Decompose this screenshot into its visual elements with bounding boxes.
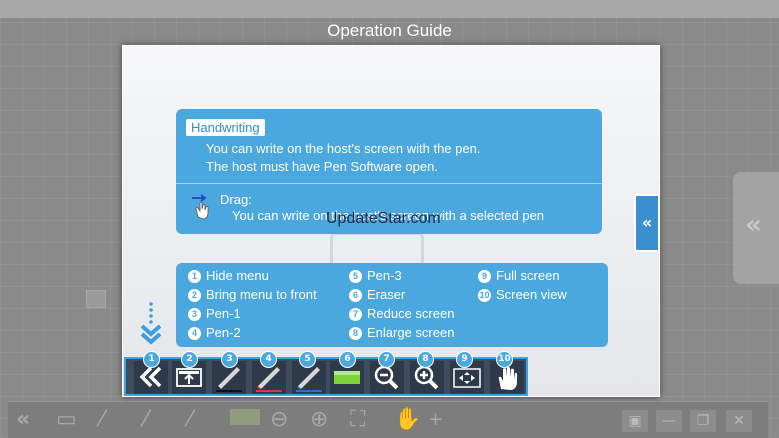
- legend-card: 1 Hide menu 2 Bring menu to front 3 Pen-1 4…: [176, 263, 608, 347]
- legend-item: 1 Hide menu: [188, 268, 269, 283]
- toolbar-number-badge: 1: [143, 351, 160, 368]
- background-zoom-in-icon: ⊕: [310, 407, 329, 432]
- background-pen-icon: ⁄: [100, 407, 104, 432]
- legend-item: 6 Eraser: [349, 287, 405, 302]
- watermark-text: UpdateStar.com: [326, 210, 441, 227]
- background-top-bar: [0, 0, 779, 18]
- toolbar-number-badge: 2: [181, 351, 198, 368]
- background-screen-icon: ▣: [622, 410, 648, 432]
- background-bring-to-front-icon: ▭: [56, 407, 77, 432]
- card-divider: [176, 183, 602, 184]
- background-thumbnail: [86, 290, 106, 308]
- background-side-tab: «: [733, 172, 779, 284]
- background-pen-icon: ⁄: [188, 407, 192, 432]
- drag-title: Drag:: [220, 192, 252, 207]
- toolbar-number-badge: 7: [378, 351, 395, 368]
- toolbar-number-badge: 8: [417, 351, 434, 368]
- guide-title: Operation Guide: [327, 21, 452, 40]
- toolbar-number-badge: 5: [299, 351, 316, 368]
- legend-item: 2 Bring menu to front: [188, 287, 317, 302]
- background-hand-icon: ✋: [394, 407, 422, 432]
- toolbar-number-badge: 6: [339, 351, 356, 368]
- background-eraser-icon: [230, 409, 260, 425]
- toolbar-number-badge: 3: [221, 351, 238, 368]
- handwriting-line-1: You can write on the host's screen with …: [206, 141, 481, 156]
- background-double-chevron-left-icon: «: [16, 407, 31, 432]
- drag-hand-icon: [192, 194, 209, 220]
- legend-item: 9 Full screen: [478, 268, 560, 283]
- toolbar-number-badge: 4: [260, 351, 277, 368]
- legend-item: 10 Screen view: [478, 287, 567, 302]
- side-collapse-tab[interactable]: «: [634, 194, 660, 252]
- background-zoom-out-icon: ⊖: [270, 407, 289, 432]
- legend-item: 7 Reduce screen: [349, 306, 454, 321]
- background-restore-icon: ❐: [690, 410, 716, 432]
- background-close-icon: ✕: [726, 410, 752, 432]
- background-minimize-icon: —: [656, 410, 682, 432]
- legend-item: 4 Pen-2: [188, 325, 241, 340]
- legend-item: 8 Enlarge screen: [349, 325, 454, 340]
- legend-item: 5 Pen-3: [349, 268, 402, 283]
- arrow-down-icon: [140, 302, 162, 345]
- background-toolbar: « ▭ ⁄ ⁄ ⁄ ⊖ ⊕ ⛶ ✋ +: [8, 401, 768, 438]
- toolbar-number-badge: 10: [496, 351, 513, 368]
- handwriting-line-2: The host must have Pen Software open.: [206, 159, 438, 174]
- background-chevron-icon: «: [745, 210, 762, 240]
- background-pen-icon: ⁄: [144, 407, 148, 432]
- handwriting-badge: Handwriting: [186, 119, 265, 136]
- background-add-icon: +: [428, 409, 444, 430]
- legend-item: 3 Pen-1: [188, 306, 241, 321]
- toolbar-number-badge: 9: [456, 351, 473, 368]
- background-full-screen-icon: ⛶: [350, 407, 366, 432]
